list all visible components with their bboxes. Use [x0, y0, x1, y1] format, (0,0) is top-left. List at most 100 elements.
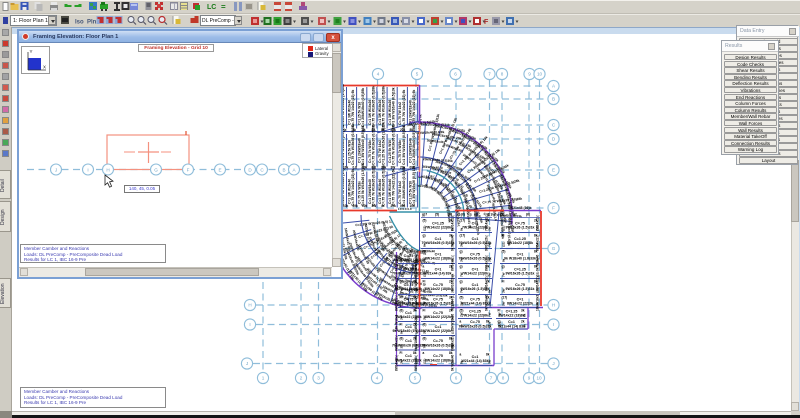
svg-text:B: B: [282, 168, 285, 173]
svg-text:8W14x22 (18)8k: 8W14x22 (18)8k: [425, 358, 451, 362]
svg-text:10k: 10k: [343, 204, 349, 208]
svg-text:g): g): [423, 296, 426, 300]
svg-text:H: H: [106, 168, 109, 173]
svg-text:Fl: Fl: [423, 280, 426, 284]
svg-text:(17): (17): [460, 234, 466, 238]
svg-text:C=1.25 5k W16: C=1.25 5k W16: [358, 102, 362, 125]
svg-text:(5): (5): [460, 296, 464, 300]
svg-text:g)7: g)7: [422, 213, 427, 217]
svg-text:W21x44 (14) 83k: W21x44 (14) 83k: [461, 359, 488, 363]
svg-text:F: F: [187, 168, 190, 173]
svg-text:(6): (6): [423, 323, 427, 327]
svg-text:g): g): [460, 250, 463, 254]
svg-text:9k: 9k: [460, 324, 464, 328]
svg-text:(5): (5): [435, 213, 439, 217]
svg-text:X: X: [43, 65, 46, 70]
svg-text:7W: 7W: [423, 344, 427, 349]
svg-text:7W14x22 (22)6k: 7W14x22 (22)6k: [462, 272, 488, 276]
svg-text:9k: 9k: [460, 360, 464, 364]
svg-text:C=.75 7k W18x: C=.75 7k W18x: [398, 140, 402, 163]
svg-text:C=1 20kW18x40: C=1 20kW18x40: [408, 138, 412, 163]
svg-text:10k: 10k: [410, 204, 416, 208]
svg-text:E: E: [218, 168, 221, 173]
svg-text:g): g): [502, 219, 505, 223]
svg-text:9k: 9k: [400, 330, 404, 334]
svg-text:9k: 9k: [502, 258, 506, 262]
svg-text:7W: 7W: [460, 288, 464, 293]
svg-text:7W: 7W: [502, 272, 506, 277]
svg-text:9k W18x40: 9k W18x40: [536, 254, 540, 271]
svg-text:C=1.25 5k W16: C=1.25 5k W16: [388, 140, 392, 163]
svg-text:C=.75 7W 14x2: C=.75 7W 14x2: [398, 181, 402, 204]
svg-text:a2: a2: [513, 213, 517, 217]
svg-text:8W14x22 (18)8k: 8W14x22 (18)8k: [498, 314, 524, 318]
svg-text:8W14x22 (22)2k: 8W14x22 (22)2k: [425, 315, 451, 319]
svg-text:3W21x48 (36)k: 3W21x48 (36)k: [508, 206, 531, 210]
svg-text:C=.75 7W 14x2: C=.75 7W 14x2: [378, 140, 382, 163]
svg-text:9k: 9k: [523, 324, 527, 328]
svg-text:a: a: [423, 351, 425, 355]
svg-text:09k: 09k: [400, 204, 406, 208]
svg-text:Fl: Fl: [400, 351, 403, 355]
svg-text:8k: 8k: [372, 128, 376, 132]
svg-text:4x: 4x: [381, 204, 385, 208]
svg-text:3W: 3W: [460, 301, 464, 306]
svg-text:8k: 8k: [353, 128, 357, 132]
svg-text:9W16x26 (1.5)31k: 9W16x26 (1.5)31k: [506, 287, 535, 291]
svg-text:(17): (17): [460, 219, 466, 223]
svg-text:C=1 3W W16x26: C=1 3W W16x26: [388, 100, 392, 125]
svg-text:9k W18x40 (1.6)33k: 9k W18x40 (1.6)33k: [504, 257, 536, 261]
svg-text:3W: 3W: [502, 288, 506, 293]
svg-text:(6): (6): [461, 213, 465, 217]
svg-text:C=1 20kW18x40: C=1 20kW18x40: [408, 100, 412, 125]
svg-text:18k W18x3: 18k W18x3: [395, 314, 399, 331]
svg-text:8W14x22 (: 8W14x22 (: [395, 294, 399, 311]
svg-text:Fl: Fl: [502, 280, 505, 284]
svg-text:3W: 3W: [423, 257, 427, 262]
svg-text:C=.75 7k W18x35 (0.5)28k: C=.75 7k W18x35 (0.5)28k: [371, 86, 375, 127]
svg-text:(5): (5): [460, 309, 464, 313]
svg-text:3W: 3W: [502, 301, 506, 306]
svg-text:9k W18x40: 9k W18x40: [451, 354, 455, 371]
svg-text:10: 10: [536, 376, 542, 381]
svg-text:9k: 9k: [423, 243, 427, 247]
svg-text:9k W18x40: 9k W18x40: [395, 254, 399, 271]
svg-text:0.8: 0.8: [353, 165, 358, 169]
svg-text:(6): (6): [526, 213, 530, 217]
svg-text:3k: 3k: [521, 309, 525, 313]
svg-text:29k: 29k: [353, 204, 359, 208]
svg-text:8W14x22 (: 8W14x22 (: [485, 274, 489, 291]
svg-text:g): g): [502, 265, 505, 269]
svg-text:(6): (6): [474, 213, 478, 217]
svg-text:9k W18x40: 9k W18x40: [414, 274, 418, 291]
svg-text:g): g): [423, 234, 426, 238]
svg-text:3W: 3W: [400, 359, 404, 364]
svg-text:Fl: Fl: [498, 309, 501, 313]
svg-text:C=.75 7W 14x22 (22) 6k: C=.75 7W 14x22 (22) 6k: [412, 90, 416, 127]
svg-text:g): g): [400, 265, 403, 269]
svg-text:7W14x22 (: 7W14x22 (: [414, 294, 418, 311]
svg-text:3W: 3W: [460, 257, 464, 262]
svg-text:8W14x22 (22)2k: 8W14x22 (22)2k: [507, 302, 533, 306]
svg-text:3W: 3W: [423, 315, 427, 320]
svg-text:(22): (22): [423, 272, 427, 277]
svg-text:7kW16x26 (: 7kW16x26 (: [418, 174, 436, 179]
svg-text:9k W18x40: 9k W18x40: [451, 234, 455, 251]
svg-text:7W: 7W: [488, 312, 492, 317]
svg-text:9: 9: [528, 376, 531, 381]
svg-text:3W: 3W: [400, 315, 404, 320]
svg-text:J: J: [55, 168, 57, 173]
svg-text:C=1 3W W16x26 (0.5) 13k: C=1 3W W16x26 (0.5) 13k: [412, 165, 416, 206]
svg-text:8W14x22 (: 8W14x22 (: [485, 254, 489, 271]
svg-text:70kW16x26: 70kW16x26: [451, 314, 455, 331]
svg-text:3W: 3W: [400, 257, 404, 262]
svg-text:C=.75 7W 14x22 (22) 6k: C=.75 7W 14x22 (22) 6k: [351, 90, 355, 127]
svg-text:8W14x22 (18)8k: 8W14x22 (18)8k: [507, 241, 533, 245]
svg-text:9W16x26 (: 9W16x26 (: [414, 354, 418, 371]
svg-text:C=1 3W W16x40: C=1 3W W16x40: [347, 100, 351, 125]
svg-text:7W: 7W: [460, 312, 464, 317]
svg-text:C=1 20kW18x40 (0.5)35k: C=1 20kW18x40 (0.5)35k: [402, 167, 406, 206]
svg-text:(17): (17): [502, 296, 508, 300]
svg-text:29k: 29k: [362, 165, 368, 169]
svg-text:(22): (22): [400, 301, 404, 306]
